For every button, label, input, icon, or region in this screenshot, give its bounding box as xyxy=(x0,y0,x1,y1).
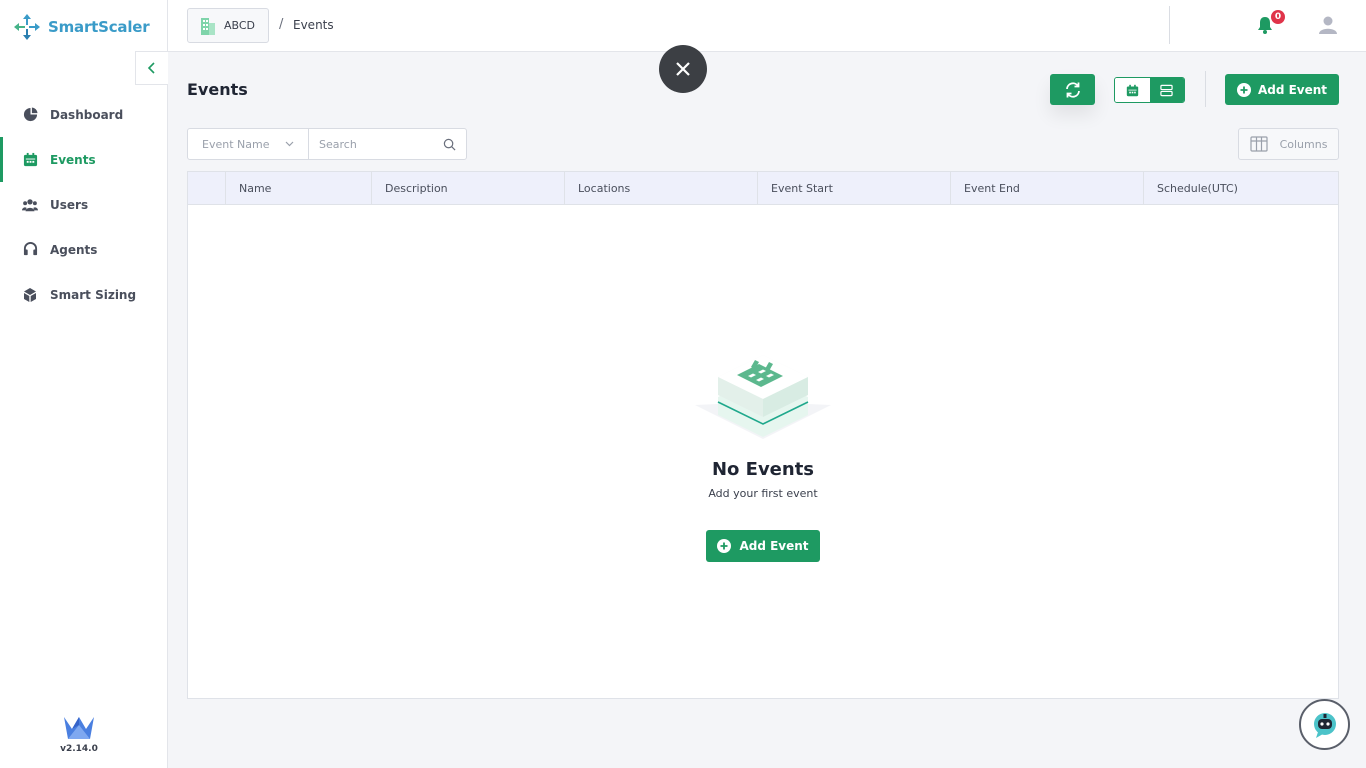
cube-icon xyxy=(22,287,38,303)
filter-bar: Event Name xyxy=(187,128,467,160)
search-box xyxy=(309,129,466,159)
table-header: Name Description Locations Event Start E… xyxy=(188,172,1338,205)
plus-circle-icon xyxy=(1236,82,1251,97)
empty-state-subtitle: Add your first event xyxy=(708,487,818,500)
column-header-description[interactable]: Description xyxy=(372,172,565,204)
sidebar-item-label: Events xyxy=(50,152,96,167)
column-header-locations[interactable]: Locations xyxy=(565,172,758,204)
column-header-schedule[interactable]: Schedule(UTC) xyxy=(1144,172,1338,204)
sidebar-item-dashboard[interactable]: Dashboard xyxy=(0,92,167,137)
sidebar-item-users[interactable]: Users xyxy=(0,182,167,227)
plus-circle-icon xyxy=(717,539,732,553)
filter-field-label: Event Name xyxy=(202,137,270,151)
empty-add-event-button[interactable]: Add Event xyxy=(706,530,820,562)
user-avatar[interactable] xyxy=(1318,15,1338,39)
refresh-button[interactable] xyxy=(1050,74,1095,105)
columns-icon xyxy=(1249,136,1268,152)
topbar-divider xyxy=(1169,6,1170,44)
view-toggle xyxy=(1114,77,1185,103)
sidebar-nav: Dashboard Events Users Agents Smart Sizi… xyxy=(0,92,167,317)
add-event-button[interactable]: Add Event xyxy=(1225,74,1339,105)
collapse-sidebar-button[interactable] xyxy=(135,51,168,85)
filter-field-select[interactable]: Event Name xyxy=(188,129,309,159)
close-button[interactable] xyxy=(659,45,707,93)
events-table: Name Description Locations Event Start E… xyxy=(187,171,1339,699)
list-view-button[interactable] xyxy=(1149,78,1184,102)
pie-chart-icon xyxy=(22,107,38,123)
chatbot-icon xyxy=(1313,712,1336,738)
chatbot-button[interactable] xyxy=(1299,699,1350,750)
breadcrumb-current: Events xyxy=(293,18,334,32)
calendar-icon xyxy=(1126,84,1138,96)
breadcrumb-separator: / xyxy=(279,17,284,32)
calendar-view-button[interactable] xyxy=(1115,78,1150,102)
search-icon[interactable] xyxy=(443,138,456,151)
empty-calendar-illustration-icon xyxy=(695,355,831,439)
notification-badge: 0 xyxy=(1271,10,1285,24)
sidebar-item-label: Agents xyxy=(50,242,98,257)
smartscaler-logo-icon xyxy=(14,14,40,40)
app-name: SmartScaler xyxy=(48,18,150,36)
user-icon xyxy=(1319,16,1337,34)
topbar: ABCD / Events 0 xyxy=(168,0,1366,52)
empty-add-event-label: Add Event xyxy=(739,539,809,553)
search-input[interactable] xyxy=(319,137,443,151)
column-header-event-start[interactable]: Event Start xyxy=(758,172,951,204)
refresh-icon xyxy=(1065,81,1080,98)
columns-button[interactable]: Columns xyxy=(1238,128,1339,160)
headset-icon xyxy=(22,242,38,258)
select-all-column[interactable] xyxy=(188,172,226,204)
users-icon xyxy=(22,197,38,213)
sidebar-item-agents[interactable]: Agents xyxy=(0,227,167,272)
app-logo[interactable]: SmartScaler xyxy=(12,12,150,42)
header-divider xyxy=(1205,71,1206,107)
version-label: v2.14.0 xyxy=(60,744,98,754)
empty-state-title: No Events xyxy=(711,459,815,480)
sidebar-item-label: Smart Sizing xyxy=(50,287,137,302)
building-icon xyxy=(201,17,215,35)
columns-label: Columns xyxy=(1279,137,1328,151)
list-icon xyxy=(1160,84,1173,96)
calendar-icon xyxy=(22,152,38,168)
org-selector[interactable]: ABCD xyxy=(187,8,269,43)
close-icon xyxy=(676,62,690,76)
empty-state: No Events Add your first event Add Event xyxy=(188,347,1338,562)
sidebar-item-label: Users xyxy=(50,197,89,212)
sidebar-item-label: Dashboard xyxy=(50,107,124,122)
sidebar-item-events[interactable]: Events xyxy=(0,137,167,182)
add-event-label: Add Event xyxy=(1257,82,1328,97)
version-info: v2.14.0 xyxy=(0,715,158,754)
sidebar-item-smart-sizing[interactable]: Smart Sizing xyxy=(0,272,167,317)
org-name: ABCD xyxy=(224,19,256,32)
crown-logo-icon xyxy=(64,717,94,739)
column-header-name[interactable]: Name xyxy=(226,172,372,204)
sidebar: SmartScaler Dashboard Events Users Agent… xyxy=(0,0,168,768)
page-title: Events xyxy=(187,80,248,99)
chevron-left-icon xyxy=(147,62,155,74)
chevron-down-icon xyxy=(285,141,294,147)
column-header-event-end[interactable]: Event End xyxy=(951,172,1144,204)
